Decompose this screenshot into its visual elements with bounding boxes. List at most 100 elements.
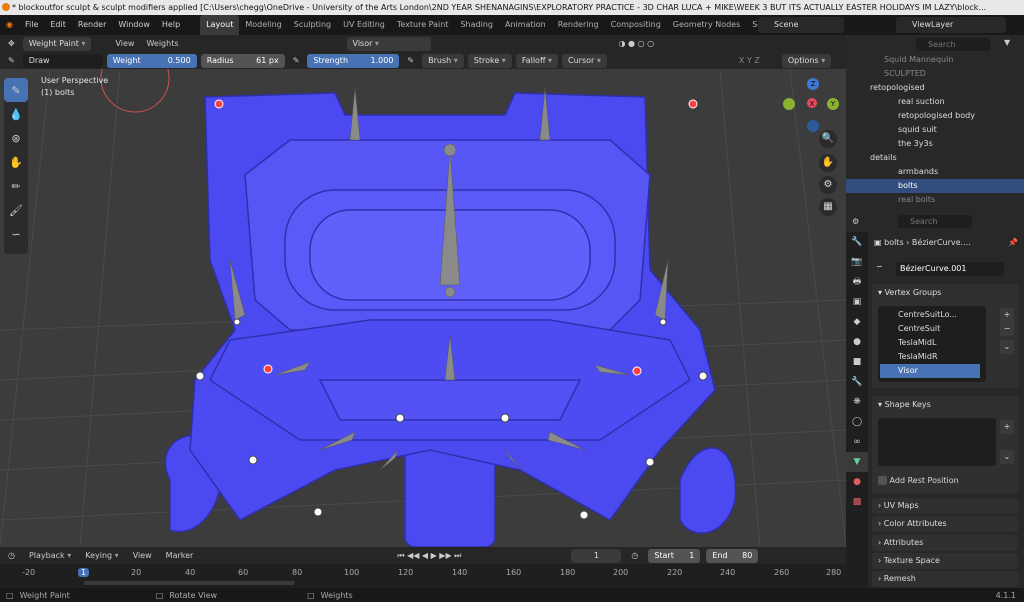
- shape-keys-header[interactable]: ▾ Shape Keys: [872, 396, 1018, 414]
- mirror-axes[interactable]: X Y Z: [735, 56, 764, 65]
- menu-window[interactable]: Window: [112, 15, 156, 35]
- sample-weight-tool-icon[interactable]: 🖌: [4, 198, 28, 222]
- timeline-scrubber[interactable]: -20 1 20 40 60 80 100 120 140 160 180 20…: [0, 564, 846, 588]
- view-menu[interactable]: View: [111, 39, 138, 48]
- mode-selector[interactable]: Weight Paint: [22, 36, 92, 51]
- start-frame-field[interactable]: Start 1: [648, 548, 701, 563]
- gradient-tool-icon[interactable]: ✏: [4, 174, 28, 198]
- scene-tab-icon[interactable]: ◆: [846, 312, 868, 332]
- vertex-group-item-selected[interactable]: Visor: [880, 364, 980, 378]
- blender-menu-icon[interactable]: ◉: [0, 15, 19, 35]
- particles-tab-icon[interactable]: ❋: [846, 392, 868, 412]
- blur-tool-icon[interactable]: 💧: [4, 102, 28, 126]
- outliner-row[interactable]: armbands: [846, 165, 1024, 179]
- shape-key-menu-icon[interactable]: ⌄: [1000, 450, 1014, 464]
- texture-tab-icon[interactable]: ▩: [846, 492, 868, 512]
- tool-tab-icon[interactable]: 🔧: [846, 232, 868, 252]
- strength-pressure-icon[interactable]: ✎: [403, 56, 418, 65]
- outliner-row[interactable]: retopologised: [846, 81, 1024, 95]
- smear-tool-icon[interactable]: ✋: [4, 150, 28, 174]
- vertex-group-item[interactable]: TeslaMidL: [880, 336, 980, 350]
- playback-controls[interactable]: ⏮ ◀◀ ◀ ▶ ▶▶ ⏭: [393, 551, 465, 561]
- attributes-panel[interactable]: › Attributes: [872, 535, 1018, 551]
- weights-menu[interactable]: Weights: [142, 39, 182, 48]
- vertex-group-item[interactable]: CentreSuitLo...: [880, 308, 980, 322]
- menu-file[interactable]: File: [19, 15, 44, 35]
- material-tab-icon[interactable]: ●: [846, 472, 868, 492]
- outliner-row[interactable]: real bolts: [846, 193, 1024, 207]
- workspace-tab-animation[interactable]: Animation: [499, 15, 552, 35]
- editor-type-icon[interactable]: ✥: [4, 39, 19, 48]
- workspace-tab-texture-paint[interactable]: Texture Paint: [391, 15, 455, 35]
- gizmo-neg-x-axis[interactable]: [783, 98, 795, 110]
- add-rest-position-checkbox[interactable]: Add Rest Position: [878, 476, 959, 485]
- gizmo-y-axis[interactable]: Y: [827, 98, 839, 110]
- workspace-tab-modeling[interactable]: Modeling: [239, 15, 287, 35]
- outliner-row[interactable]: Squid Mannequin: [846, 53, 1024, 67]
- current-frame-field[interactable]: 1: [571, 548, 622, 563]
- remesh-panel[interactable]: › Remesh: [872, 571, 1018, 587]
- navigation-gizmo[interactable]: Z Y X 🔍 ✋ ⚙ ▦: [783, 76, 843, 221]
- zoom-icon[interactable]: 🔍: [819, 130, 837, 148]
- timeline-view-menu[interactable]: View: [129, 551, 156, 560]
- outliner-row[interactable]: retopologised body: [846, 109, 1024, 123]
- end-frame-field[interactable]: End 80: [706, 548, 759, 563]
- add-vertex-group-button[interactable]: +: [1000, 308, 1014, 322]
- radius-slider[interactable]: Radius 61 px: [200, 53, 285, 68]
- gizmo-z-axis[interactable]: Z: [807, 78, 819, 90]
- workspace-tab-geometry-nodes[interactable]: Geometry Nodes: [667, 15, 746, 35]
- gizmo-x-axis[interactable]: X: [807, 98, 817, 108]
- cursor-menu[interactable]: Cursor: [562, 53, 607, 68]
- 3d-viewport[interactable]: [0, 69, 846, 547]
- outliner-row[interactable]: SCULPTED: [846, 67, 1024, 81]
- vertex-group-item[interactable]: CentreSuit: [880, 322, 980, 336]
- weight-slider[interactable]: Weight 0.500: [106, 53, 197, 68]
- menu-help[interactable]: Help: [156, 15, 186, 35]
- falloff-menu[interactable]: Falloff: [515, 53, 559, 68]
- physics-tab-icon[interactable]: ◯: [846, 412, 868, 432]
- remove-vertex-group-button[interactable]: −: [1000, 322, 1014, 336]
- menu-edit[interactable]: Edit: [44, 15, 72, 35]
- world-tab-icon[interactable]: ●: [846, 332, 868, 352]
- properties-search-field[interactable]: Search: [898, 215, 972, 228]
- vertex-groups-header[interactable]: ▾ Vertex Groups: [872, 284, 1018, 302]
- data-name-field[interactable]: BézierCurve.001: [896, 262, 1004, 276]
- outliner-row-selected[interactable]: bolts: [846, 179, 1024, 193]
- object-tab-icon[interactable]: ■: [846, 352, 868, 372]
- view-layer-selector[interactable]: ViewLayer: [896, 17, 1006, 33]
- playback-menu[interactable]: Playback: [25, 551, 75, 560]
- brush-name-field[interactable]: Draw: [22, 53, 103, 68]
- color-attributes-panel[interactable]: › Color Attributes: [872, 516, 1018, 532]
- vertex-group-selector[interactable]: Visor: [346, 36, 431, 51]
- shading-modes-icon[interactable]: ◑ ● ○ ○: [615, 39, 659, 48]
- scene-selector[interactable]: Scene: [758, 17, 844, 33]
- outliner-row[interactable]: the 3y3s: [846, 137, 1024, 151]
- ortho-toggle-icon[interactable]: ▦: [819, 198, 837, 216]
- annotate-tool-icon[interactable]: ∽: [4, 222, 28, 246]
- workspace-tab-shading[interactable]: Shading: [454, 15, 499, 35]
- constraints-tab-icon[interactable]: ∞: [846, 432, 868, 452]
- shape-keys-list[interactable]: [878, 418, 996, 466]
- brush-icon[interactable]: ✎: [4, 56, 19, 65]
- keying-menu[interactable]: Keying: [81, 551, 122, 560]
- pin-icon[interactable]: 📌: [1008, 238, 1018, 247]
- menu-render[interactable]: Render: [72, 15, 112, 35]
- filter-icon[interactable]: ▼: [1004, 38, 1010, 47]
- camera-view-icon[interactable]: ⚙: [819, 176, 837, 194]
- texture-space-panel[interactable]: › Texture Space: [872, 553, 1018, 569]
- add-shape-key-button[interactable]: +: [1000, 420, 1014, 434]
- current-frame-indicator[interactable]: 1: [78, 568, 90, 577]
- output-tab-icon[interactable]: 🖶: [846, 272, 868, 292]
- stroke-menu[interactable]: Stroke: [467, 53, 512, 68]
- radius-pressure-icon[interactable]: ✎: [289, 56, 304, 65]
- view-layer-tab-icon[interactable]: ▣: [846, 292, 868, 312]
- vertex-group-menu-icon[interactable]: ⌄: [1000, 340, 1014, 354]
- gizmo-neg-z-axis[interactable]: [807, 120, 819, 132]
- options-menu[interactable]: Options: [781, 53, 832, 68]
- vertex-group-item[interactable]: TeslaMidR: [880, 350, 980, 364]
- strength-slider[interactable]: Strength 1.000: [307, 53, 400, 68]
- draw-tool-icon[interactable]: ✎: [4, 78, 28, 102]
- clock-icon[interactable]: ◷: [627, 551, 642, 560]
- properties-editor-icon[interactable]: ⚙: [852, 217, 859, 226]
- outliner-row[interactable]: squid suit: [846, 123, 1024, 137]
